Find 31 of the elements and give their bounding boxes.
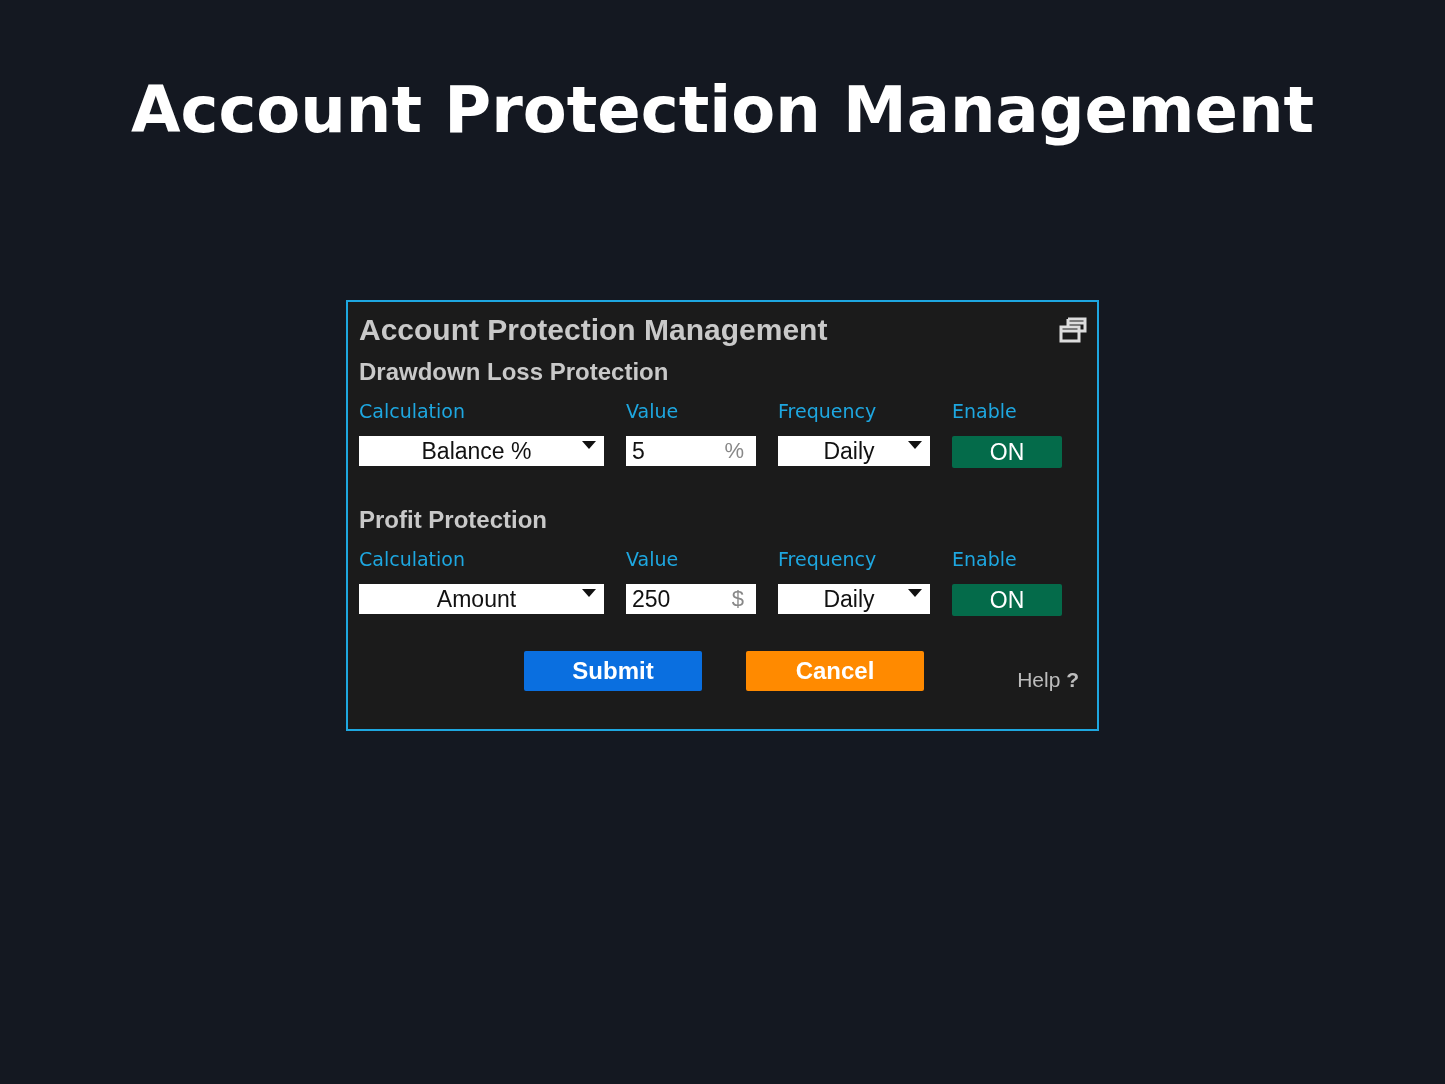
page-headline: Account Protection Management [130, 72, 1315, 149]
section-title: Profit Protection [359, 506, 547, 535]
column-label: Calculation [359, 547, 466, 572]
column-label: Enable [952, 547, 1018, 572]
value-text: 5 [632, 437, 645, 465]
unit-label: % [724, 438, 744, 464]
help-link[interactable]: Help ? [1017, 668, 1079, 692]
enable-toggle[interactable]: ON [952, 436, 1062, 468]
column-label: Frequency [778, 547, 878, 572]
value-text: 250 [632, 585, 671, 613]
column-label: Calculation [359, 399, 466, 424]
caret-icon [908, 441, 922, 449]
unit-label: $ [731, 586, 744, 612]
caret-icon [582, 589, 596, 597]
value-field[interactable]: 5 % [626, 436, 756, 466]
caret-icon [908, 589, 922, 597]
column-label: Frequency [778, 399, 878, 424]
dialog-title: Account Protection Management [359, 313, 828, 347]
calculation-dropdown[interactable]: Amount [359, 584, 604, 614]
restore-window-icon[interactable] [1059, 317, 1087, 343]
enable-toggle[interactable]: ON [952, 584, 1062, 616]
section-title: Drawdown Loss Protection [359, 358, 669, 387]
caret-icon [582, 441, 596, 449]
submit-button[interactable]: Submit [524, 651, 702, 691]
frequency-dropdown[interactable]: Daily [778, 436, 930, 466]
frequency-dropdown[interactable]: Daily [778, 584, 930, 614]
calculation-dropdown[interactable]: Balance % [359, 436, 604, 466]
column-label: Value [626, 547, 680, 572]
column-label: Enable [952, 399, 1018, 424]
column-label: Value [626, 399, 680, 424]
value-field[interactable]: 250 $ [626, 584, 756, 614]
